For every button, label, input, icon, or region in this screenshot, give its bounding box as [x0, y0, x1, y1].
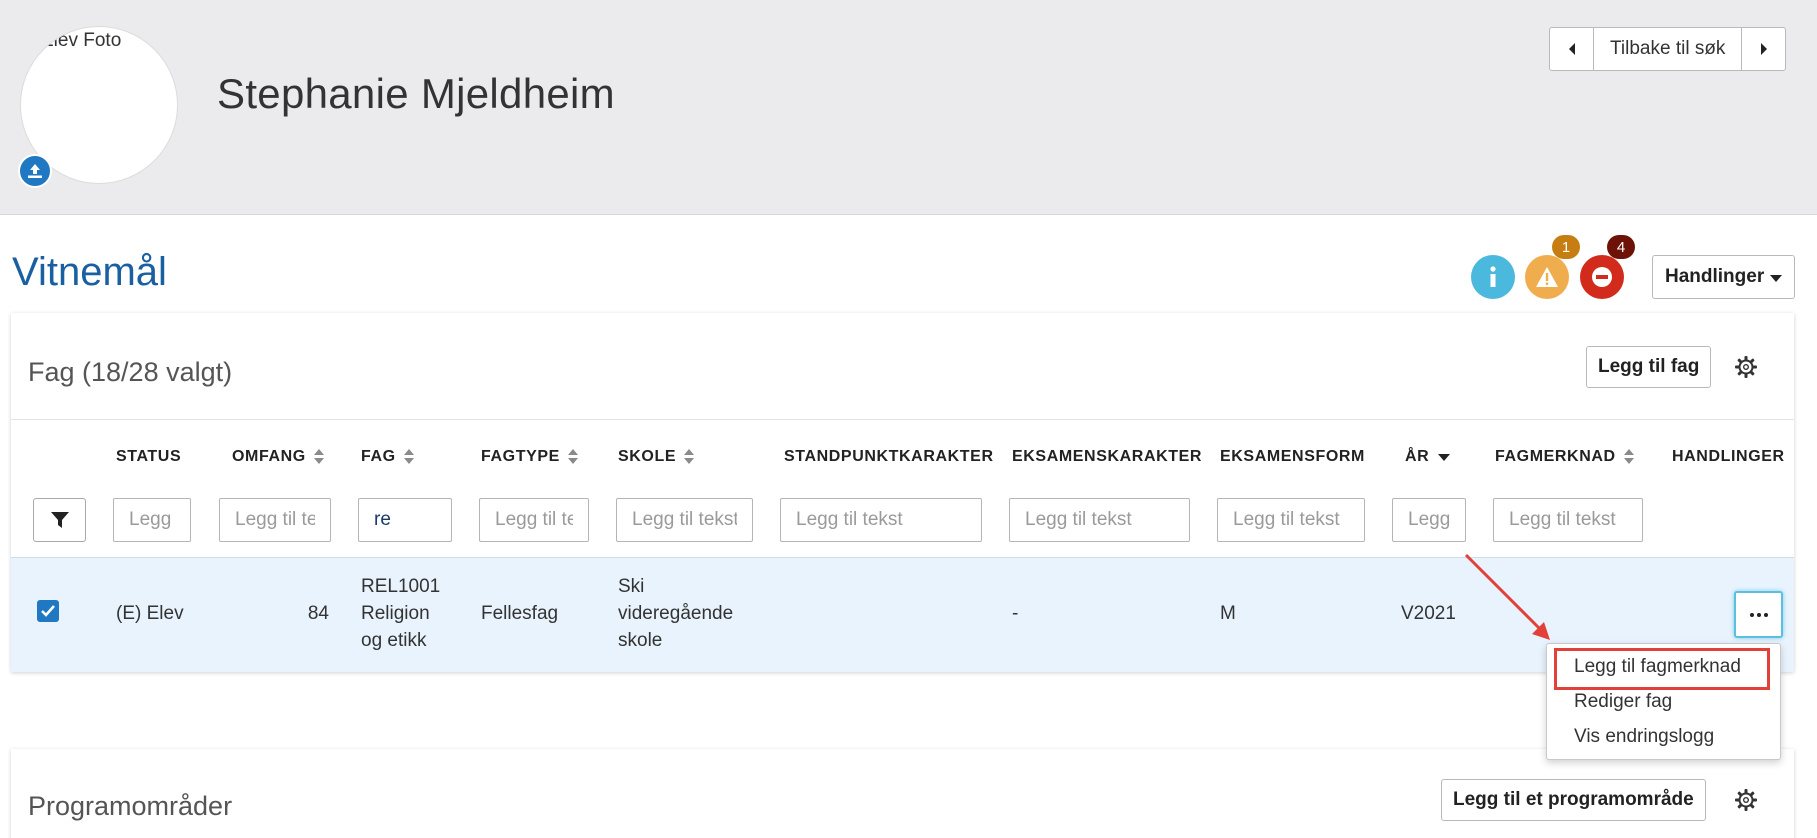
upload-photo-button[interactable]	[18, 154, 52, 188]
caret-left-icon	[1568, 43, 1575, 55]
errors-button[interactable]	[1580, 255, 1624, 299]
sort-desc-icon	[1438, 453, 1451, 461]
info-icon	[1490, 266, 1496, 287]
warnings-button[interactable]	[1525, 255, 1569, 299]
search-navigation: Tilbake til søk	[1549, 27, 1787, 71]
sort-icon	[403, 449, 414, 465]
menu-item-edit-fag[interactable]: Rediger fag	[1574, 691, 1672, 713]
cell-ar: V2021	[1401, 603, 1456, 624]
actions-dropdown-label: Handlinger	[1665, 266, 1765, 287]
cell-skole: Ski videregående skole	[618, 573, 733, 654]
column-header-fagtype[interactable]: FAGTYPE	[481, 448, 578, 466]
page-title: Vitnemål	[12, 250, 167, 294]
warning-icon	[1536, 267, 1558, 287]
status-filter-input[interactable]	[113, 498, 191, 542]
fag-settings-button[interactable]	[1732, 353, 1760, 381]
column-header-eksamenskarakter: EKSAMENSKARAKTER	[1012, 448, 1203, 465]
cell-skole-line-1: Ski	[618, 576, 645, 597]
eksamenskarakter-filter-input[interactable]	[1009, 498, 1190, 542]
eksamensform-filter-input[interactable]	[1217, 498, 1365, 542]
actions-dropdown[interactable]: Handlinger	[1652, 255, 1796, 299]
fag-filter-input[interactable]	[358, 498, 452, 542]
photo-alt-text: Elev Foto	[41, 30, 122, 51]
error-count-badge: 4	[1607, 235, 1635, 259]
column-header-fag[interactable]: FAG	[361, 448, 414, 466]
gear-icon	[1735, 789, 1757, 811]
fagmerknad-filter-input[interactable]	[1493, 498, 1643, 542]
fagtype-filter-input[interactable]	[479, 498, 589, 542]
caret-right-icon	[1760, 43, 1767, 55]
sort-icon	[567, 449, 578, 465]
column-header-handlinger: HANDLINGER	[1672, 448, 1785, 465]
more-horizontal-icon	[1749, 612, 1768, 617]
table-row[interactable]	[11, 557, 1794, 672]
filter-toggle-button[interactable]	[33, 498, 86, 542]
sort-icon	[1623, 449, 1634, 465]
skole-filter-input[interactable]	[616, 498, 753, 542]
sort-icon	[684, 449, 695, 465]
cell-eksamensform: M	[1220, 603, 1236, 624]
warning-count-badge: 1	[1552, 235, 1580, 259]
add-programomrade-button[interactable]: Legg til et programområde	[1441, 779, 1706, 821]
check-icon	[41, 605, 55, 617]
previous-student-button[interactable]	[1550, 28, 1593, 70]
filter-icon	[50, 512, 69, 528]
cell-fag-name-2: og etikk	[361, 630, 427, 651]
student-header: Elev Foto Stephanie Mjeldheim Tilbake ti…	[0, 0, 1817, 215]
back-to-search-button[interactable]: Tilbake til søk	[1593, 28, 1743, 70]
cell-skole-line-2: videregående	[618, 603, 734, 624]
column-header-fagmerknad[interactable]: FAGMERKNAD	[1495, 448, 1634, 466]
program-settings-button[interactable]	[1732, 786, 1760, 814]
cell-fag-name-1: Religion	[361, 603, 430, 624]
row-select-checkbox[interactable]	[37, 600, 59, 622]
cell-fagtype: Fellesfag	[481, 603, 559, 624]
column-header-omfang[interactable]: OMFANG	[232, 448, 324, 466]
fag-card-divider	[11, 419, 1794, 420]
ar-filter-input[interactable]	[1392, 498, 1466, 542]
cell-omfang: 84	[307, 603, 329, 624]
cell-eksamenskarakter: -	[1012, 603, 1019, 624]
cell-fag-code: REL1001	[361, 576, 441, 597]
menu-item-show-changelog[interactable]: Vis endringslogg	[1574, 726, 1714, 748]
programomrader-card-title: Programområder	[28, 791, 233, 821]
sort-icon	[313, 449, 324, 465]
student-name: Stephanie Mjeldheim	[217, 70, 615, 117]
add-fag-button[interactable]: Legg til fag	[1586, 346, 1712, 388]
omfang-filter-input[interactable]	[219, 498, 331, 542]
column-header-ar[interactable]: ÅR	[1405, 448, 1451, 466]
standpunkt-filter-input[interactable]	[780, 498, 982, 542]
programomrader-card: Programområder Legg til et programområde	[11, 749, 1794, 838]
upload-icon	[28, 164, 42, 178]
row-actions-menu: Legg til fagmerknad Rediger fag Vis endr…	[1546, 643, 1781, 760]
column-header-standpunktkarakter: STANDPUNKTKARAKTER	[784, 448, 994, 465]
caret-down-icon	[1770, 275, 1783, 282]
cell-status: (E) Elev	[116, 603, 184, 624]
cell-fag: REL1001 Religion og etikk	[361, 573, 440, 654]
column-header-status: STATUS	[116, 448, 182, 465]
fag-card-title: Fag (18/28 valgt)	[28, 357, 233, 387]
gear-icon	[1735, 356, 1757, 378]
row-actions-button[interactable]	[1734, 591, 1783, 638]
next-student-button[interactable]	[1742, 28, 1785, 70]
info-button[interactable]	[1471, 255, 1515, 299]
minus-circle-icon	[1592, 267, 1612, 287]
menu-item-add-fagmerknad[interactable]: Legg til fagmerknad	[1574, 656, 1741, 678]
column-header-eksamensform: EKSAMENSFORM	[1220, 448, 1365, 465]
column-header-skole[interactable]: SKOLE	[618, 448, 695, 466]
cell-skole-line-3: skole	[618, 630, 663, 651]
